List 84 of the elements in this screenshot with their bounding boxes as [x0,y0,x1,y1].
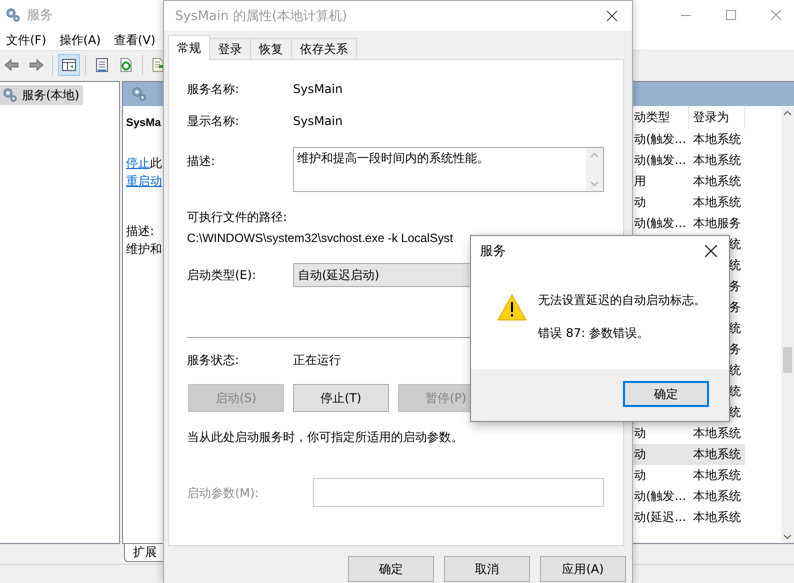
table-cell: 动(触发... [634,489,686,503]
ok-button[interactable]: 确定 [623,381,709,407]
description-text: 维护和 [126,241,162,258]
forward-arrow-icon [28,57,44,73]
table-cell: 本地服务 [693,216,741,230]
field-label: 启动参数(M): [187,484,260,500]
table-cell: 用 [634,174,646,188]
table-cell: 本地系统 [693,468,741,482]
pane-button[interactable] [58,54,80,76]
table-cell: 统 [729,384,741,398]
close-icon [705,245,717,257]
field-label: 显示名称: [187,113,240,129]
action-link[interactable]: 停止 [126,156,150,170]
column-header[interactable]: 登录为 [689,106,745,129]
dialog-button[interactable]: 确定 [348,556,434,582]
table-cell: 务 [729,300,741,314]
service-name: SysMa [126,116,161,130]
table-cell: 本地系统 [693,489,741,503]
tab[interactable]: 常规 [168,35,210,60]
properties-icon [94,57,110,73]
gear-icon [131,86,147,102]
description-label: 描述: [126,223,154,240]
hint-text: 当从此处启动服务时，你可指定所适用的启动参数。 [187,429,463,445]
field-value: SysMain [293,113,343,129]
field-label: 服务名称: [187,81,240,97]
error-message: 无法设置延迟的自动启动标志。 [538,292,706,308]
table-cell: 动 [634,447,646,461]
table-cell: 务 [729,342,741,356]
back-arrow-icon [4,57,20,73]
table-cell: 本地系统 [693,447,741,461]
table-cell: 动 [634,468,646,482]
tree-item[interactable]: 服务(本地) [0,85,84,105]
scrollbar[interactable] [781,107,794,543]
menu-item[interactable]: 操作(A) [53,30,108,50]
table-cell: 动 [634,426,646,440]
service-button[interactable]: 停止(T) [293,384,389,412]
view-tab[interactable]: 扩展 [124,544,166,562]
menu-item[interactable]: 文件(F) [0,30,54,50]
tab[interactable]: 依存关系 [291,38,357,59]
table-cell: 统 [729,321,741,335]
refresh-icon [118,57,134,73]
table-cell: 动(触发... [634,153,686,167]
parameters-field[interactable] [313,478,604,507]
table-cell: 统 [729,363,741,377]
field-value: SysMain [293,81,343,97]
action-text: 此 [150,156,162,170]
table-cell: 本地系统 [693,132,741,146]
error-detail: 错误 87: 参数错误。 [538,325,649,341]
table-cell: 本地系统 [693,426,741,440]
table-cell: 动(触发... [634,132,686,146]
table-cell: 动(触发... [634,216,686,230]
description-field: 维护和提高一段时间内的系统性能。 [293,147,604,192]
gear-icon [2,87,18,103]
dialog-title: 服务 [480,243,506,260]
field-label: 描述: [187,153,216,170]
field-label: 启动类型(E): [187,267,257,283]
scroll-thumb[interactable] [783,347,792,373]
status-value: 正在运行 [293,352,341,368]
table-cell: 统 [729,405,741,419]
table-cell: 本地系统 [693,195,741,209]
close-icon [607,11,617,21]
table-cell: 统 [729,237,741,251]
table-cell: 务 [729,279,741,293]
table-cell: 动(延迟... [634,510,686,524]
field-label: 服务状态: [187,352,240,368]
action-link[interactable]: 重启动 [126,174,162,188]
table-cell: 本地系统 [693,153,741,167]
path-text: C:\WINDOWS\system32\svchost.exe -k LocalSyst [187,230,454,246]
close-icon [770,10,780,20]
table-cell: 本地系统 [693,510,741,524]
table-cell: 动 [634,195,646,209]
dialog-title: SysMain 的属性(本地计算机) [175,8,348,25]
field-label: 可执行文件的路径: [187,209,288,225]
maximize-icon [726,10,736,20]
pane-icon [61,57,77,73]
dialog-button[interactable]: 取消 [444,556,530,582]
table-cell: 统 [729,258,741,272]
dialog-button[interactable]: 应用(A) [540,556,626,582]
warning-icon [497,294,527,321]
window-title: 服务 [27,7,53,24]
menu-item[interactable]: 查看(V) [108,30,162,50]
gear-icon [5,7,21,23]
selected-row[interactable]: 动 本地系统 [632,444,745,465]
table-cell: 本地系统 [693,174,741,188]
